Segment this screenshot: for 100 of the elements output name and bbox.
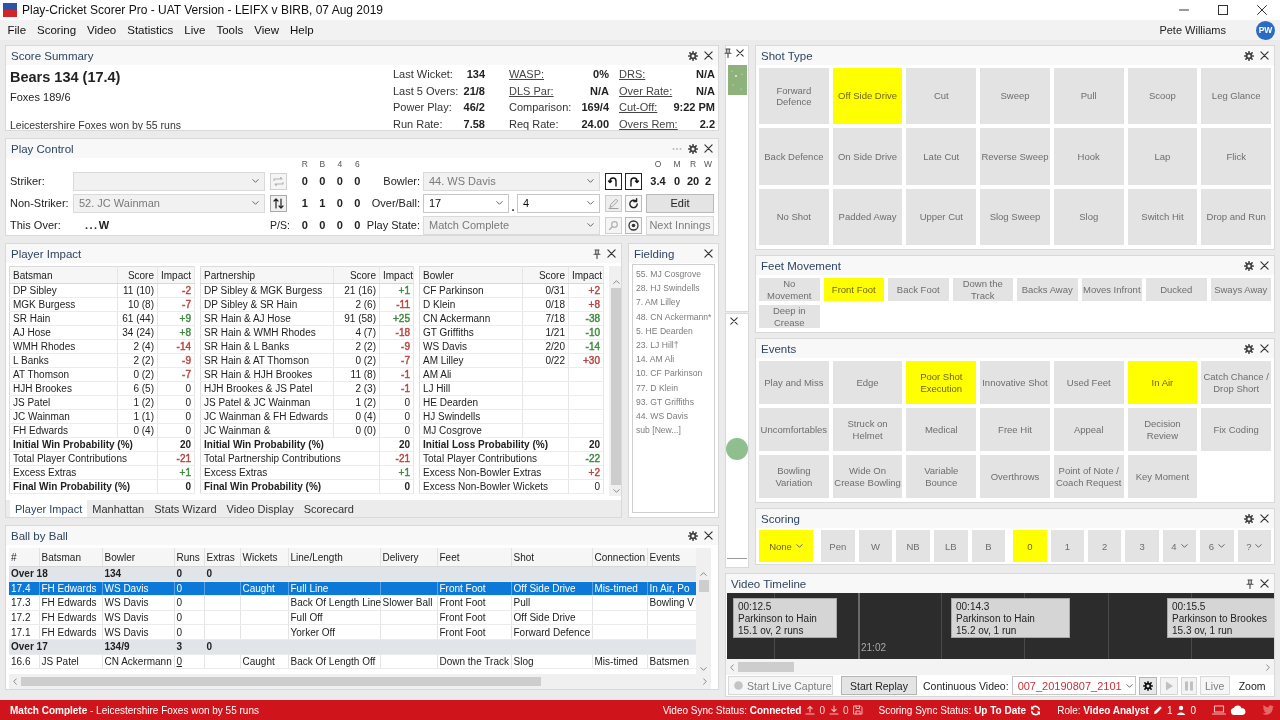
stat-link[interactable]: WASP: [509, 68, 545, 81]
score-button[interactable]: NB [896, 530, 930, 562]
event-button[interactable]: Overthrows [980, 455, 1050, 498]
video-source-dropdown[interactable]: 007_20190807_2101 [1011, 676, 1136, 695]
shot-button[interactable]: Forward Defence [759, 68, 829, 125]
list-item[interactable]: sub [New...] [636, 423, 714, 438]
score-button[interactable]: 2 [1088, 530, 1122, 562]
undo-icon[interactable] [625, 194, 642, 212]
menu-item[interactable]: View [248, 20, 285, 40]
shot-button[interactable]: Slog Sweep [980, 188, 1050, 245]
chevron-down-icon[interactable] [612, 489, 620, 493]
event-button[interactable]: Medical [906, 408, 977, 451]
menu-item[interactable]: Scoring [31, 20, 82, 40]
tab[interactable]: Scorecard [298, 500, 359, 517]
scrollbar[interactable] [726, 659, 1274, 675]
event-button[interactable]: Decision Review [1127, 408, 1198, 451]
event-button[interactable]: Catch Chance / Drop Short [1201, 361, 1271, 404]
ball-dropdown[interactable]: 4 [517, 193, 600, 213]
settings-icon[interactable] [1244, 513, 1254, 524]
feet-button[interactable]: Back Foot [888, 278, 949, 301]
shot-button[interactable]: Drop and Run [1201, 188, 1271, 245]
event-button[interactable]: Bowling Variation [759, 455, 829, 498]
caret-icon[interactable] [587, 201, 594, 205]
chevron-up-icon[interactable] [700, 572, 707, 576]
scrollbar[interactable] [609, 266, 621, 496]
close-icon[interactable] [607, 249, 616, 258]
chevron-down-icon[interactable] [700, 667, 707, 671]
list-item[interactable]: 5. HE Dearden [636, 323, 714, 338]
chevron-right-icon[interactable] [1266, 663, 1270, 671]
event-button[interactable]: Fix Coding [1201, 408, 1271, 451]
shot-button[interactable]: Lap [1127, 128, 1198, 185]
score-button[interactable]: B [971, 530, 1006, 562]
table-row[interactable]: 16.6 JS Patel CN Ackermann 0 Caught Back Of Length Off Down the Track Slog Mis-timed Batsmen [9, 654, 696, 669]
event-button[interactable]: Uncomfortables [759, 408, 829, 451]
close-icon[interactable] [704, 144, 713, 153]
menu-item[interactable]: Tools [210, 20, 249, 40]
user-avatar[interactable]: PW [1256, 20, 1275, 40]
scroll-thumb[interactable] [21, 677, 541, 686]
settings-icon[interactable] [1244, 50, 1254, 61]
event-button[interactable]: Key Moment [1127, 455, 1198, 498]
scroll-thumb[interactable] [738, 662, 794, 672]
menu-item[interactable]: Statistics [121, 20, 179, 40]
shot-button[interactable]: Padded Away [832, 188, 903, 245]
close-icon[interactable] [736, 49, 744, 57]
edit-button[interactable]: Edit [646, 193, 714, 213]
timeline-clip[interactable]: 00:14.3 Parkinson to Hain 15.2 ov, 1 run [951, 598, 1070, 638]
list-item[interactable]: 77. D Klein [636, 380, 714, 395]
shot-button[interactable]: Upper Cut [906, 188, 977, 245]
pin-icon[interactable] [1246, 578, 1254, 589]
list-item[interactable]: 23. LJ Hill† [636, 338, 714, 353]
close-icon[interactable] [1260, 579, 1269, 588]
scroll-thumb[interactable] [698, 580, 709, 592]
shot-button[interactable]: On Side Drive [832, 128, 903, 185]
caret-icon[interactable] [1255, 544, 1263, 548]
menu-item[interactable]: Live [178, 20, 211, 40]
stat-link[interactable]: Over Rate: [619, 84, 673, 97]
event-button[interactable]: Play and Miss [759, 361, 829, 404]
tab[interactable]: Manhattan [87, 500, 150, 517]
shot-button[interactable]: Flick [1201, 128, 1271, 185]
event-button[interactable]: Edge [832, 361, 903, 404]
tab[interactable]: Stats Wizard [149, 500, 222, 517]
target-icon[interactable] [625, 216, 642, 234]
score-button[interactable]: 1 [1050, 530, 1084, 562]
table-row[interactable]: 17.2 FH Edwards WS Davis 0 Full Off Front Foot Off Side Drive [9, 610, 696, 625]
shot-button[interactable]: Slog [1053, 188, 1124, 245]
shot-button[interactable]: Off Side Drive [832, 68, 903, 125]
shot-button[interactable]: Sweep [980, 68, 1050, 125]
refresh-icon[interactable] [1030, 704, 1042, 716]
list-item[interactable]: 93. GT Griffiths [636, 394, 714, 410]
scroll-thumb[interactable] [611, 288, 621, 485]
close-icon[interactable] [1260, 51, 1269, 60]
shot-button[interactable]: Late Cut [906, 128, 977, 185]
shot-button[interactable]: No Shot [759, 188, 829, 245]
caret-icon[interactable] [1125, 683, 1133, 688]
close-icon[interactable] [1257, 5, 1267, 15]
list-item[interactable]: 14. AM Ali [636, 352, 714, 367]
caret-icon[interactable] [1218, 544, 1226, 548]
feet-button[interactable]: Moves Infront [1081, 278, 1142, 301]
shot-button[interactable]: Switch Hit [1127, 188, 1198, 245]
score-menu-button[interactable]: ? [1237, 530, 1271, 562]
list-item[interactable]: 10. CF Parkinson [636, 366, 714, 381]
scrollbar[interactable] [9, 674, 711, 689]
event-button[interactable]: In Air [1127, 361, 1198, 404]
stat-link[interactable]: DRS: [619, 68, 646, 81]
settings-icon[interactable] [688, 143, 698, 154]
list-item[interactable]: 28. HJ Swindells [636, 281, 714, 296]
feet-button[interactable]: Down the Track [952, 278, 1013, 301]
settings-icon[interactable] [1138, 676, 1157, 695]
settings-icon[interactable] [1244, 343, 1254, 354]
score-menu-button[interactable]: 4 [1162, 530, 1197, 562]
chevron-right-icon[interactable] [703, 678, 707, 685]
close-icon[interactable] [1260, 261, 1269, 270]
stat-link[interactable]: Cut-Off: [619, 101, 658, 114]
feet-button[interactable]: Ducked [1146, 278, 1207, 301]
event-button[interactable]: Innovative Shot [980, 361, 1050, 404]
list-item[interactable]: 7. AM Lilley [636, 295, 714, 310]
chevron-left-icon[interactable] [730, 663, 734, 671]
menu-item[interactable]: Help [284, 20, 320, 40]
stat-link[interactable]: Overs Rem: [619, 117, 678, 130]
feet-button[interactable]: Backs Away [1017, 278, 1078, 301]
